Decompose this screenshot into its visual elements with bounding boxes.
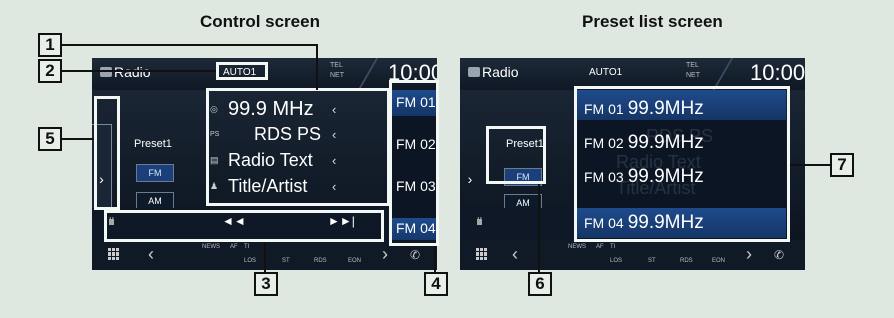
los-label[interactable]: LOS — [610, 258, 622, 264]
radio-icon — [468, 67, 480, 77]
highlight-side-tab — [94, 96, 120, 210]
highlight-auto-badge — [216, 62, 268, 80]
source-title: Radio — [482, 64, 519, 80]
callout-5: 5 — [38, 127, 62, 151]
ti-label[interactable]: TI — [244, 244, 249, 250]
phone-icon[interactable]: ✆ — [410, 248, 420, 262]
callout-7: 7 — [830, 153, 854, 177]
callout-4: 4 — [424, 272, 448, 296]
callout-3: 3 — [254, 272, 278, 296]
preset-list-screen-heading: Preset list screen — [582, 12, 723, 31]
control-bar: ılıılı — [460, 208, 576, 240]
los-label[interactable]: LOS — [244, 258, 256, 264]
source-title: Radio — [114, 64, 151, 80]
callout-6: 6 — [528, 272, 552, 296]
highlight-info-area — [206, 88, 390, 206]
net-status: NET — [686, 72, 700, 79]
chevron-left-icon[interactable]: ‹ — [148, 244, 154, 265]
chevron-right-icon[interactable]: › — [746, 244, 752, 265]
eon-label[interactable]: EON — [348, 258, 361, 264]
af-label[interactable]: AF — [596, 244, 604, 250]
rds-label[interactable]: RDS — [314, 258, 327, 264]
callout-line — [434, 246, 436, 272]
preset-label: Preset1 — [134, 138, 172, 150]
control-screen-heading: Control screen — [200, 12, 320, 31]
auto-badge[interactable]: AUTO1 — [586, 66, 625, 79]
callout-line — [790, 164, 830, 166]
eon-label[interactable]: EON — [712, 258, 725, 264]
highlight-preset-partial — [389, 80, 439, 246]
rds-label[interactable]: RDS — [680, 258, 693, 264]
chevron-right-icon[interactable]: › — [382, 244, 388, 265]
callout-line — [316, 44, 318, 90]
chevron-left-icon[interactable]: ‹ — [512, 244, 518, 265]
net-status: NET — [330, 72, 344, 79]
callout-line — [62, 44, 318, 46]
callout-line — [538, 184, 540, 272]
menu-grid-icon[interactable] — [476, 248, 488, 260]
ti-label[interactable]: TI — [610, 244, 615, 250]
callout-line — [62, 70, 216, 72]
band-fm-button[interactable]: FM — [136, 164, 174, 182]
news-label[interactable]: NEWS — [202, 244, 220, 250]
chevron-right-icon: › — [467, 171, 473, 187]
highlight-preset-list — [574, 86, 790, 242]
callout-1: 1 — [38, 33, 62, 57]
news-label[interactable]: NEWS — [568, 244, 586, 250]
radio-icon — [100, 67, 112, 77]
bottom-bar: ‹ NEWS AF TI LOS ST RDS EON › ✆ — [460, 240, 805, 270]
af-label[interactable]: AF — [230, 244, 238, 250]
phone-icon[interactable]: ✆ — [774, 248, 784, 262]
menu-grid-icon[interactable] — [108, 248, 120, 260]
tel-status: TEL — [330, 62, 343, 69]
callout-line — [264, 242, 266, 272]
clock: 10:00 — [750, 60, 805, 85]
st-label[interactable]: ST — [282, 258, 290, 264]
st-label[interactable]: ST — [648, 258, 656, 264]
highlight-control-bar — [104, 210, 384, 242]
highlight-band-buttons — [486, 126, 546, 184]
tel-status: TEL — [686, 62, 699, 69]
callout-2: 2 — [38, 59, 62, 83]
equalizer-icon[interactable]: ılıılı — [476, 216, 483, 228]
callout-line — [62, 138, 94, 140]
